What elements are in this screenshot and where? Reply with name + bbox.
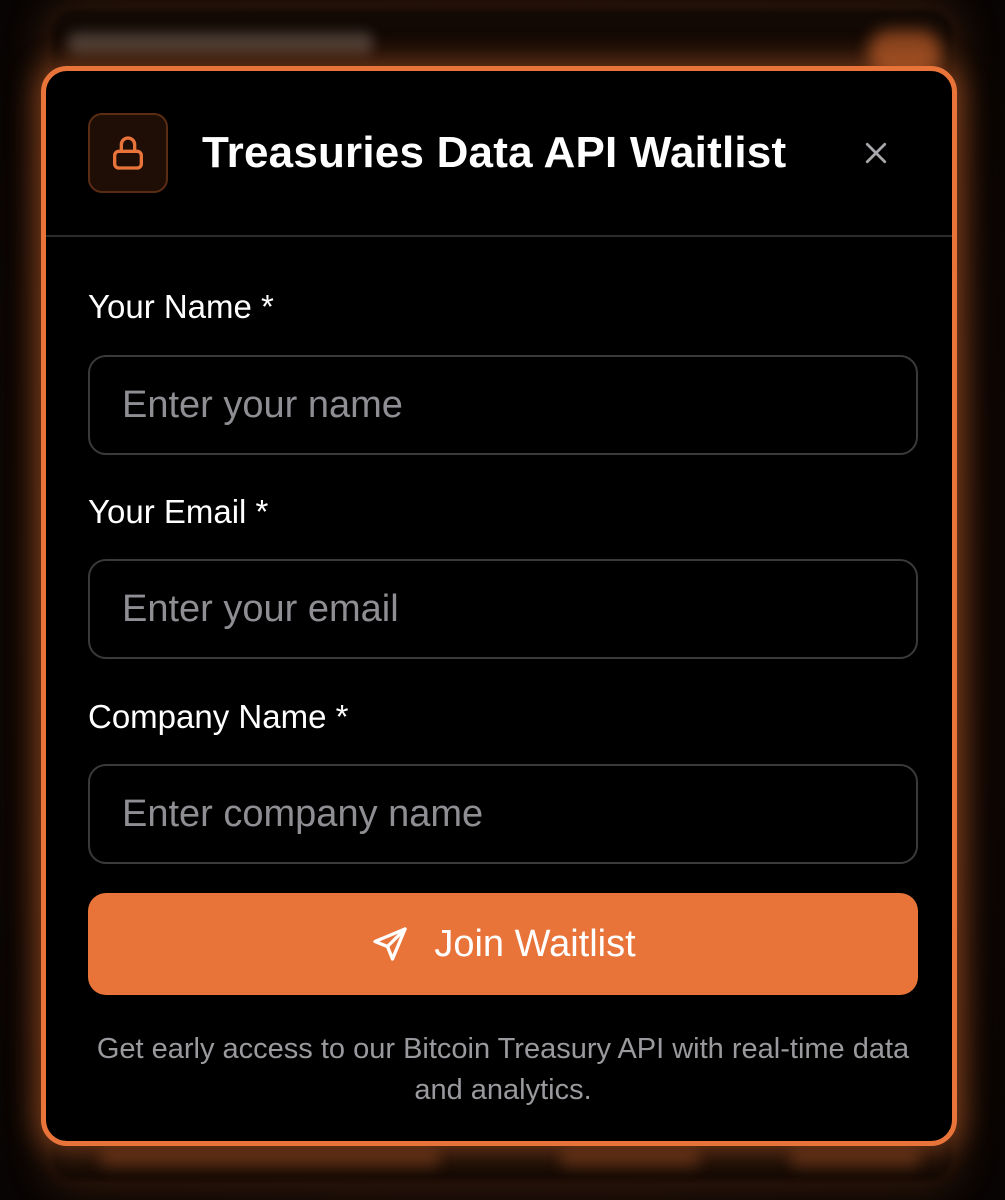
modal-header: Treasuries Data API Waitlist [46,71,952,237]
join-waitlist-button[interactable]: Join Waitlist [88,893,918,995]
background-blurred-text [560,1150,700,1168]
waitlist-modal: Treasuries Data API Waitlist Your Name *… [41,66,957,1146]
email-input[interactable] [88,559,918,659]
name-input[interactable] [88,355,918,455]
join-waitlist-label: Join Waitlist [434,922,636,965]
company-label: Company Name * [88,698,349,735]
email-label: Your Email * [88,493,269,530]
footer-note: Get early access to our Bitcoin Treasury… [96,1033,910,1106]
modal-title: Treasuries Data API Waitlist [202,128,787,177]
send-icon [373,927,408,961]
background-blurred-text [100,1150,440,1168]
close-button[interactable] [854,131,898,175]
lock-icon [113,136,143,170]
close-icon[interactable] [861,138,891,168]
company-input[interactable] [88,764,918,864]
name-label: Your Name * [88,288,274,325]
background-blurred-heading [68,32,373,54]
background-blurred-text [790,1150,920,1168]
lock-icon-badge [88,113,168,193]
